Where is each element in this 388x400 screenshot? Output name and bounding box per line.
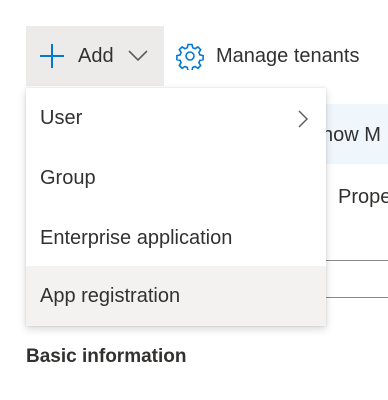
menu-item-label: Enterprise application xyxy=(40,226,233,249)
gear-icon xyxy=(176,43,204,70)
menu-item-app-registration[interactable]: App registration xyxy=(26,266,326,326)
add-button[interactable]: Add xyxy=(26,26,164,86)
menu-item-user[interactable]: User xyxy=(26,89,326,147)
section-title: Basic information xyxy=(26,346,187,367)
tab-properties[interactable]: Prope xyxy=(338,186,388,209)
menu-item-label: User xyxy=(40,106,83,129)
chevron-down-icon xyxy=(128,50,148,62)
menu-item-label: Group xyxy=(40,166,96,189)
chevron-right-icon xyxy=(298,110,308,128)
manage-tenants-button[interactable]: Manage tenants xyxy=(176,26,359,86)
menu-item-enterprise-application[interactable]: Enterprise application xyxy=(26,209,326,267)
add-button-label: Add xyxy=(78,44,114,67)
manage-tenants-label: Manage tenants xyxy=(216,44,360,67)
add-dropdown-menu: User Group Enterprise application App re… xyxy=(26,88,326,326)
info-banner-text: now M xyxy=(322,124,381,146)
menu-item-label: App registration xyxy=(40,284,181,307)
menu-item-group[interactable]: Group xyxy=(26,149,326,207)
plus-icon xyxy=(40,44,64,68)
